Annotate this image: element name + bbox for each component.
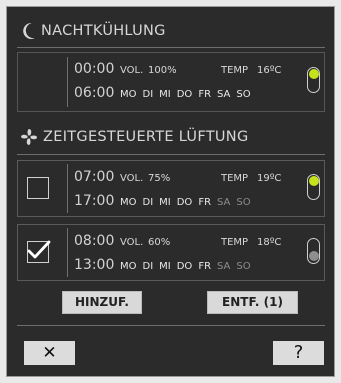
day-do: DO [176,261,193,272]
ventilation-entry-2[interactable] [17,224,325,281]
weekday-list: MO DI MI DO FR SA SO [120,197,257,208]
checkmark-icon [27,240,51,259]
start-time: 07:00 [74,169,115,185]
temp-label: TEMP [221,237,249,248]
divider [17,154,325,155]
fan-icon [19,127,39,147]
day-so: SO [236,261,251,272]
add-button[interactable]: HINZUF. [62,291,142,314]
night-cooling-title: NACHTKÜHLUNG [41,23,166,39]
vol-value: 100% [148,65,177,76]
day-do: DO [176,89,193,100]
timed-ventilation-title: ZEITGESTEUERTE LÜFTUNG [43,129,249,145]
start-time: 08:00 [74,233,115,249]
vol-label: VOL. [120,65,144,76]
start-time: 00:00 [74,61,115,77]
day-mi: MI [159,197,171,208]
help-button[interactable]: ? [273,341,324,365]
temp-value: 16ºC [257,65,282,76]
day-so: SO [236,89,251,100]
toggle-knob [308,251,319,261]
entry-2-checkbox[interactable] [27,240,51,263]
day-so: SO [236,197,251,208]
day-fr: FR [198,261,212,272]
entry-1-toggle[interactable] [307,174,320,200]
day-do: DO [176,197,193,208]
temp-label: TEMP [221,65,249,76]
night-cooling-toggle[interactable] [307,67,320,93]
vol-value: 60% [148,237,171,248]
divider [67,164,68,213]
ventilation-entry-1[interactable] [17,160,325,217]
end-time: 06:00 [74,85,115,101]
close-icon: ✕ [42,343,57,363]
day-di: DI [142,261,154,272]
day-sa: SA [217,89,231,100]
weekday-list: MO DI MI DO FR SA SO [120,89,257,100]
vol-label: VOL. [120,173,144,184]
day-fr: FR [198,89,212,100]
schedule-panel: NACHTKÜHLUNG 00:00 VOL. 100% TEMP 16ºC 0… [6,6,335,377]
vol-value: 75% [148,173,171,184]
remove-button[interactable]: ENTF. (1) [207,291,298,314]
entry-2-toggle[interactable] [307,238,320,264]
temp-value: 19ºC [257,173,282,184]
temp-value: 18ºC [257,237,282,248]
end-time: 17:00 [74,193,115,209]
day-sa: SA [217,197,231,208]
divider [17,325,325,326]
toggle-knob [308,69,319,79]
day-mo: MO [120,261,137,272]
day-mi: MI [159,89,171,100]
moon-icon [21,22,37,40]
day-sa: SA [217,261,231,272]
day-di: DI [142,89,154,100]
day-fr: FR [198,197,212,208]
entry-1-checkbox[interactable] [27,177,49,199]
day-mo: MO [120,197,137,208]
close-button[interactable]: ✕ [24,341,75,365]
vol-label: VOL. [120,237,144,248]
end-time: 13:00 [74,257,115,273]
weekday-list: MO DI MI DO FR SA SO [120,261,257,272]
temp-label: TEMP [221,173,249,184]
divider [67,228,68,277]
help-icon: ? [293,342,304,363]
day-mi: MI [159,261,171,272]
divider [67,57,68,107]
night-cooling-entry[interactable] [17,52,325,112]
toggle-knob [308,176,319,186]
divider [17,47,325,48]
day-di: DI [142,197,154,208]
day-mo: MO [120,89,137,100]
